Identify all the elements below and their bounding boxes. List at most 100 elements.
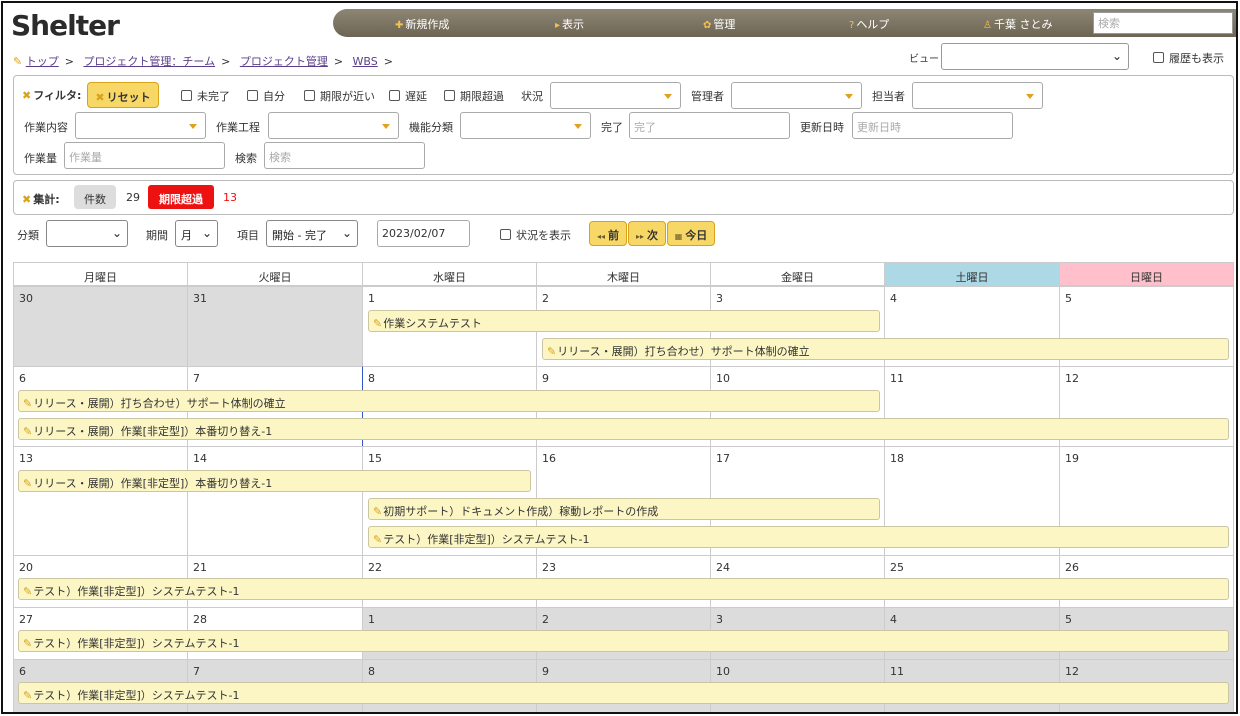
weekday-header-sunday: 日曜日 [1059, 262, 1234, 286]
calendar-event[interactable]: ✎リリース・展開）打ち合わせ）サポート体制の確立 [18, 390, 880, 412]
nav-user-label: 千葉 さとみ [993, 18, 1053, 31]
check-overdue[interactable]: 期限超過 [444, 88, 504, 104]
caret-down-icon [845, 94, 853, 99]
status-select[interactable] [550, 82, 681, 109]
question-icon: ? [849, 20, 855, 31]
chevron-down-icon: ⌄ [1111, 49, 1122, 63]
manager-label: 管理者 [691, 90, 724, 103]
calendar-event[interactable]: ✎リリース・展開）作業[非定型]）本番切り替え-1 [18, 418, 1229, 440]
check-delayed[interactable]: 遅延 [389, 88, 427, 104]
pencil-icon: ✎ [23, 477, 33, 490]
check-mine[interactable]: 自分 [247, 88, 285, 104]
view-label: ビュー [909, 54, 939, 65]
caret-down-icon [574, 124, 582, 129]
day-cell[interactable]: 13 [13, 446, 188, 556]
check-near-due[interactable]: 期限が近い [304, 88, 375, 104]
user-icon: ♙ [983, 20, 992, 31]
calendar-event[interactable]: ✎テスト）作業[非定型]）システムテスト-1 [18, 630, 1229, 652]
nav-user[interactable]: ♙ 千葉 さとみ [983, 16, 1052, 32]
weekday-header: 水曜日 [362, 262, 537, 286]
calendar-event[interactable]: ✎リリース・展開）作業[非定型]）本番切り替え-1 [18, 470, 531, 492]
period-value: 月 [181, 229, 192, 242]
close-icon[interactable]: ✖ [22, 193, 31, 206]
day-cell[interactable]: 31 [187, 286, 363, 367]
pencil-icon: ✎ [373, 533, 383, 546]
day-cell[interactable]: 30 [13, 286, 188, 367]
search-label: 検索 [235, 152, 257, 165]
today-button[interactable]: ▦ 今日 [667, 221, 715, 246]
nav-help-label: ヘルプ [856, 18, 890, 31]
volume-input[interactable]: 作業量 [64, 142, 225, 169]
updated-input[interactable]: 更新日時 [852, 112, 1013, 139]
calendar-event[interactable]: ✎テスト）作業[非定型]）システムテスト-1 [18, 578, 1229, 600]
view-select[interactable]: ⌄ [941, 43, 1129, 70]
chevron-down-icon: ⌄ [341, 226, 352, 240]
search-input[interactable]: 検索 [264, 142, 425, 169]
caret-down-icon [1026, 94, 1034, 99]
logo[interactable]: Shelter [11, 9, 120, 42]
pencil-icon: ✎ [373, 317, 383, 330]
show-status-checkbox[interactable]: 状況を表示 [500, 227, 571, 243]
global-search-input[interactable]: 検索 [1093, 12, 1233, 34]
history-label: 履歴も表示 [1169, 52, 1224, 65]
period-label: 期間 [146, 229, 168, 242]
work-content-label: 作業内容 [24, 121, 68, 134]
overdue-badge[interactable]: 期限超過 [148, 185, 214, 209]
forward-icon: ▸▸ [635, 232, 645, 241]
assignee-label: 担当者 [872, 90, 905, 103]
day-cell[interactable]: 14 [187, 446, 363, 556]
arrow-right-icon: ▸ [555, 20, 561, 31]
nav-help[interactable]: ? ヘルプ [849, 16, 889, 32]
assignee-select[interactable] [912, 82, 1043, 109]
count-badge[interactable]: 件数 [74, 185, 116, 209]
status-label: 状況 [521, 90, 543, 103]
pencil-icon: ✎ [23, 397, 33, 410]
top-nav: ✚ 新規作成 ▸ 表示 ✿ 管理 ? ヘルプ ♙ 千葉 さとみ 検索 [333, 9, 1236, 37]
calendar-event[interactable]: ✎テスト）作業[非定型]）システムテスト-1 [18, 682, 1229, 704]
calendar: 月曜日 火曜日 水曜日 木曜日 金曜日 土曜日 日曜日 30 31 1 2 3 … [13, 262, 1234, 712]
weekday-header: 火曜日 [187, 262, 363, 286]
nav-admin[interactable]: ✿ 管理 [703, 16, 735, 32]
history-checkbox[interactable]: 履歴も表示 [1153, 50, 1224, 66]
category-select[interactable]: ⌄ [46, 220, 128, 247]
breadcrumb-top[interactable]: トップ [26, 55, 59, 68]
chevron-down-icon: ⌄ [111, 226, 122, 240]
category-label: 分類 [17, 229, 39, 242]
function-class-select[interactable] [460, 112, 591, 139]
item-select[interactable]: 開始 - 完了 ⌄ [266, 220, 358, 247]
breadcrumb: ✎ トップ > プロジェクト管理：チーム > プロジェクト管理 > WBS > [13, 55, 393, 68]
breadcrumb-team[interactable]: プロジェクト管理：チーム [83, 55, 215, 68]
pencil-icon: ✎ [23, 637, 33, 650]
check-incomplete[interactable]: 未完了 [181, 88, 230, 104]
weekday-header: 月曜日 [13, 262, 188, 286]
nav-view[interactable]: ▸ 表示 [555, 16, 584, 32]
calendar-event[interactable]: ✎テスト）作業[非定型]）システムテスト-1 [368, 526, 1229, 548]
caret-down-icon [382, 124, 390, 129]
summary-title: ✖ 集計: [22, 193, 60, 206]
date-input[interactable]: 2023/02/07 [377, 220, 470, 247]
close-icon: ✖ [95, 91, 105, 104]
checkbox[interactable] [1153, 52, 1164, 63]
period-select[interactable]: 月 ⌄ [175, 220, 218, 247]
pencil-icon: ✎ [547, 345, 557, 358]
checkbox[interactable] [500, 229, 511, 240]
plus-icon: ✚ [395, 20, 404, 31]
calendar-event[interactable]: ✎作業システムテスト [368, 310, 880, 332]
breadcrumb-project[interactable]: プロジェクト管理 [240, 55, 328, 68]
chevron-down-icon: ⌄ [201, 226, 212, 240]
next-button[interactable]: ▸▸ 次 [628, 221, 666, 246]
breadcrumb-wbs[interactable]: WBS [353, 55, 378, 68]
done-input[interactable]: 完了 [629, 112, 790, 139]
calendar-event[interactable]: ✎初期サポート）ドキュメント作成）稼動レポートの作成 [368, 498, 880, 520]
manager-select[interactable] [731, 82, 862, 109]
work-content-select[interactable] [75, 112, 206, 139]
work-process-select[interactable] [268, 112, 399, 139]
calendar-event[interactable]: ✎リリース・展開）打ち合わせ）サポート体制の確立 [542, 338, 1229, 360]
count-value: 29 [126, 191, 140, 204]
reset-button[interactable]: ✖ リセット [87, 82, 159, 108]
prev-button[interactable]: ◂◂ 前 [589, 221, 627, 246]
close-icon[interactable]: ✖ [22, 89, 31, 102]
pencil-icon: ✎ [23, 689, 33, 702]
nav-new-label: 新規作成 [405, 18, 450, 31]
nav-new[interactable]: ✚ 新規作成 [395, 16, 449, 32]
